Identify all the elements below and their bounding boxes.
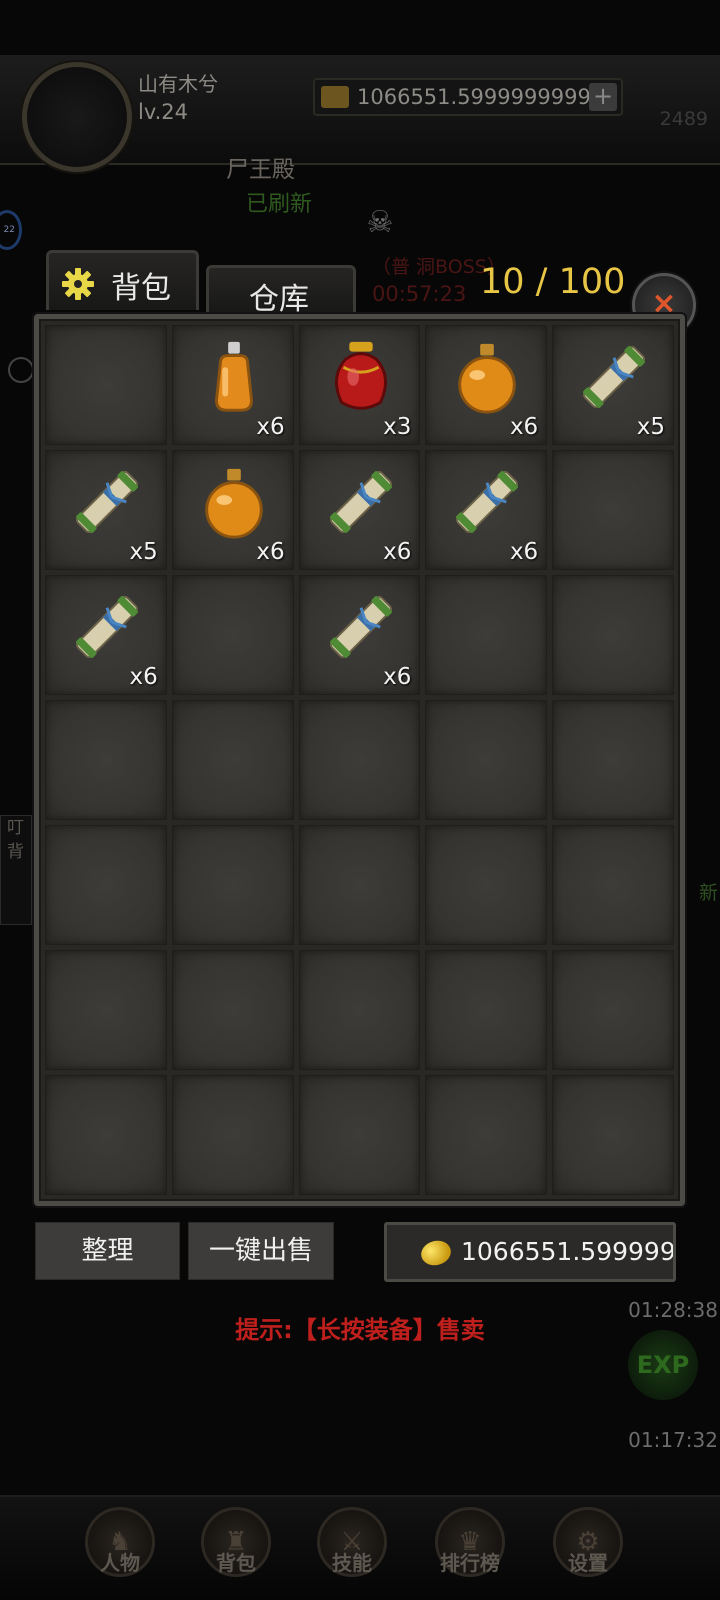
player-name: 山有木兮 — [138, 72, 218, 96]
item-quantity: x6 — [383, 664, 412, 690]
item-quantity: x6 — [129, 664, 158, 690]
sell-all-button[interactable]: 一键出售 — [188, 1222, 334, 1280]
left-tab-char: 叮 — [7, 818, 24, 838]
gear-icon — [62, 268, 94, 300]
inventory-slot[interactable]: x6 — [298, 575, 421, 695]
power-value: 2489 — [659, 108, 708, 130]
tab-warehouse[interactable]: 仓库 — [206, 265, 356, 317]
inventory-slot[interactable] — [425, 950, 548, 1070]
gold-value: 1066551.5999999999 — [461, 1237, 676, 1266]
tab-bag-label: 背包 — [111, 271, 171, 306]
left-side-tab[interactable]: 叮 背 — [0, 815, 32, 925]
inventory-slot[interactable] — [425, 575, 548, 695]
nav-label: 设置 — [568, 1551, 608, 1575]
inventory-grid: x6 x3 x6 x5 x5 x6 x6 x6 x6 x6 — [45, 325, 674, 1195]
item-quantity: x5 — [636, 414, 665, 440]
tab-bag[interactable]: 背包 — [46, 250, 199, 310]
nav-label: 背包 — [216, 1551, 256, 1575]
item-quantity: x6 — [256, 414, 285, 440]
left-tab-char: 背 — [7, 842, 24, 862]
inventory-slot[interactable] — [298, 825, 421, 945]
nav-character[interactable]: ♞ 人物 — [78, 1507, 162, 1597]
inventory-panel: x6 x3 x6 x5 x5 x6 x6 x6 x6 x6 — [34, 314, 685, 1206]
inventory-slot[interactable] — [552, 700, 674, 820]
inventory-slot[interactable] — [298, 1075, 421, 1195]
inventory-slot[interactable]: x5 — [552, 325, 674, 445]
item-quantity: x6 — [256, 539, 285, 565]
inventory-slot[interactable] — [45, 700, 167, 820]
avatar[interactable] — [22, 62, 132, 172]
inventory-slot[interactable]: x6 — [425, 325, 548, 445]
nav-ranking[interactable]: ♛ 排行榜 — [428, 1507, 512, 1597]
add-currency-button[interactable]: + — [589, 83, 617, 111]
gold-box: 1066551.5999999999 — [384, 1222, 676, 1282]
inventory-slot[interactable]: x6 — [298, 450, 421, 570]
inventory-slot[interactable]: x6 — [171, 325, 294, 445]
bottom-nav: ♞ 人物 ♜ 背包 ⚔ 技能 ♛ 排行榜 ⚙ 设置 — [0, 1495, 720, 1600]
tab-warehouse-label: 仓库 — [249, 282, 309, 317]
inventory-slot[interactable]: x6 — [45, 575, 167, 695]
inventory-slot[interactable]: x5 — [45, 450, 167, 570]
inventory-slot[interactable] — [45, 825, 167, 945]
nav-settings[interactable]: ⚙ 设置 — [546, 1507, 630, 1597]
inventory-slot[interactable] — [425, 1075, 548, 1195]
boss-name: 尸王殿 — [226, 157, 295, 183]
inventory-slot[interactable]: x6 — [425, 450, 548, 570]
inventory-slot[interactable] — [45, 325, 167, 445]
ingot-icon — [321, 86, 349, 108]
inventory-slot[interactable] — [298, 950, 421, 1070]
inventory-slot[interactable] — [552, 950, 674, 1070]
inventory-slot[interactable] — [171, 950, 294, 1070]
inventory-slot[interactable] — [298, 700, 421, 820]
inventory-slot[interactable] — [425, 825, 548, 945]
inventory-slot[interactable] — [171, 575, 294, 695]
inventory-slot[interactable] — [171, 700, 294, 820]
sell-tip: 提示:【长按装备】售卖 — [235, 1316, 485, 1344]
nav-skills[interactable]: ⚔ 技能 — [310, 1507, 394, 1597]
inventory-slot[interactable] — [45, 1075, 167, 1195]
player-level: lv.24 — [138, 100, 189, 124]
bag-capacity: 10 / 100 — [480, 262, 626, 302]
inventory-slot[interactable]: x3 — [298, 325, 421, 445]
inventory-slot[interactable] — [552, 1075, 674, 1195]
boss-status: 已刷新 — [246, 192, 313, 217]
nav-label: 排行榜 — [440, 1551, 500, 1575]
gold-coin-icon — [418, 1237, 454, 1269]
item-quantity: x6 — [383, 539, 412, 565]
item-quantity: x6 — [509, 539, 539, 565]
timer-second: 01:17:32 — [628, 1428, 718, 1452]
item-quantity: x5 — [129, 539, 158, 565]
inventory-slot[interactable] — [425, 700, 548, 820]
skull-icon: ☠ — [366, 205, 394, 240]
new-indicator: 新 — [698, 882, 718, 904]
sort-button[interactable]: 整理 — [35, 1222, 180, 1280]
inventory-slot[interactable] — [171, 1075, 294, 1195]
boss-timer: 00:57:23 — [372, 282, 467, 306]
nav-bag[interactable]: ♜ 背包 — [194, 1507, 278, 1597]
currency-value: 1066551.5999999999 — [357, 85, 591, 109]
inventory-slot[interactable] — [45, 950, 167, 1070]
nav-label: 人物 — [100, 1551, 140, 1575]
inventory-slot[interactable] — [552, 575, 674, 695]
item-quantity: x3 — [383, 414, 412, 440]
inventory-slot[interactable] — [552, 825, 674, 945]
inventory-slot[interactable] — [171, 825, 294, 945]
item-quantity: x6 — [509, 414, 539, 440]
nav-label: 技能 — [332, 1551, 372, 1575]
inventory-slot[interactable] — [552, 450, 674, 570]
clock-icon — [8, 357, 34, 383]
inventory-slot[interactable]: x6 — [171, 450, 294, 570]
currency-box: 1066551.5999999999 + — [313, 78, 623, 116]
